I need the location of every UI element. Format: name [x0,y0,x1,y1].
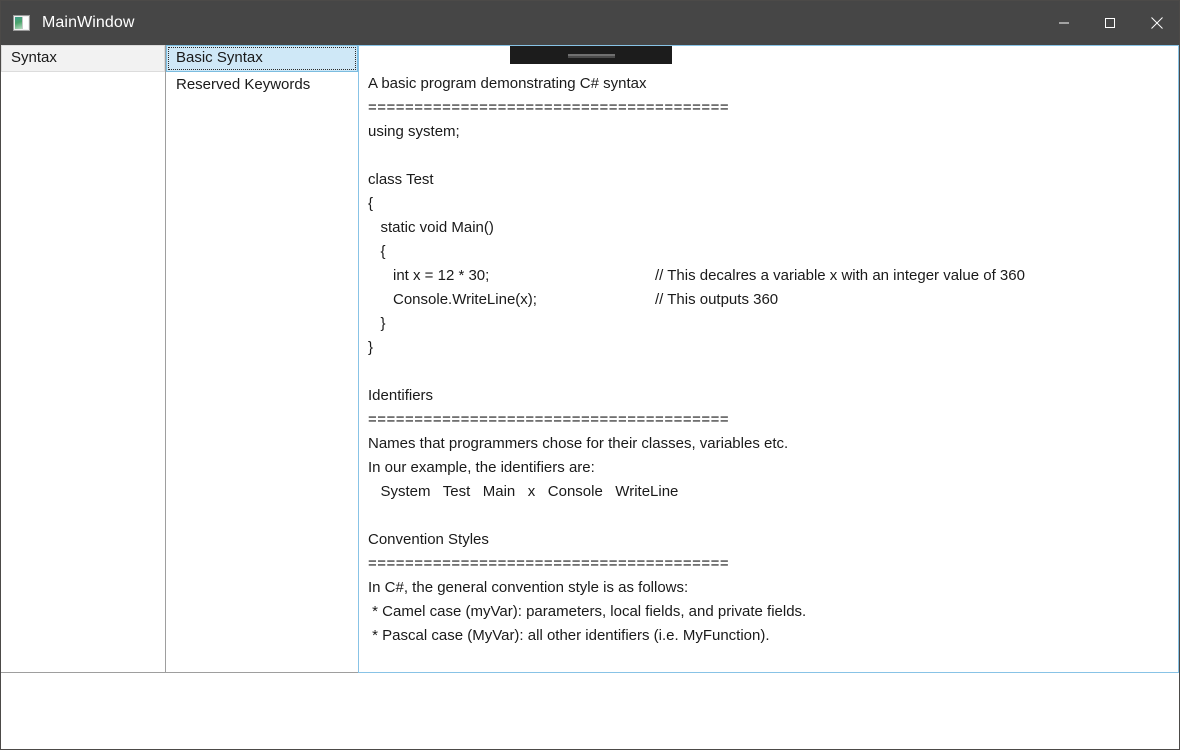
content-line: Console.WriteLine(x); // This outputs 360 [368,288,1025,312]
content-line: In our example, the identifiers are: [368,459,595,476]
maximize-button[interactable] [1087,1,1133,45]
content-line-code: Console.WriteLine(x); [368,291,537,308]
content-line [368,360,1025,384]
maximize-icon [1105,18,1115,28]
content-line: } [368,339,374,356]
close-button[interactable] [1133,1,1179,45]
content-line: System Test Main x Console WriteLine [368,483,679,500]
close-icon [1151,17,1163,29]
content-line: * Camel case (myVar): parameters, local … [368,603,807,620]
topics-list[interactable]: Basic Syntax Reserved Keywords [165,45,359,673]
window-title: MainWindow [42,14,135,31]
window-controls [1041,1,1179,45]
list-item-basic-syntax[interactable]: Basic Syntax [166,45,358,72]
content-line: int x = 12 * 30; // This decalres a varia… [368,264,1025,288]
minimize-icon [1059,22,1069,24]
content-panel[interactable]: A basic program demonstrating C# syntax =… [358,45,1179,673]
content-line: { [368,195,374,212]
title-bar-left: MainWindow [1,1,1041,45]
content-text: A basic program demonstrating C# syntax =… [368,72,1025,648]
title-bar[interactable]: MainWindow [1,1,1179,45]
list-item-syntax[interactable]: Syntax [1,45,165,72]
content-line: class Test [368,171,434,188]
bottom-strip [1,673,1179,749]
content-line: Names that programmers chose for their c… [368,435,789,452]
content-line-code: int x = 12 * 30; [368,267,490,284]
content-line [368,504,1025,528]
content-line: ======================================= [368,99,730,116]
main-window: MainWindow Syntax Basic Syntax Reserved … [0,0,1180,750]
categories-list[interactable]: Syntax [1,45,166,673]
app-window-icon [13,15,30,31]
content-line: ======================================= [368,555,730,572]
content-line [368,144,1025,168]
client-area: Syntax Basic Syntax Reserved Keywords A … [1,45,1179,749]
content-line: using system; [368,123,460,140]
content-line-comment: // This outputs 360 [655,291,779,308]
minimize-button[interactable] [1041,1,1087,45]
content-line: Convention Styles [368,531,489,548]
content-line: A basic program demonstrating C# syntax [368,75,647,92]
content-line: ======================================= [368,411,730,428]
content-line: } [368,315,386,332]
content-line: In C#, the general convention style is a… [368,579,689,596]
grip-lines-icon [567,54,615,56]
content-line: * Pascal case (MyVar): all other identif… [368,627,770,644]
content-line: static void Main() [368,219,494,236]
content-line: Identifiers [368,387,434,404]
drag-grip-handle[interactable] [510,46,672,64]
content-line: { [368,243,386,260]
list-item-reserved-keywords[interactable]: Reserved Keywords [166,72,358,99]
content-line-comment: // This decalres a variable x with an in… [655,267,1025,284]
